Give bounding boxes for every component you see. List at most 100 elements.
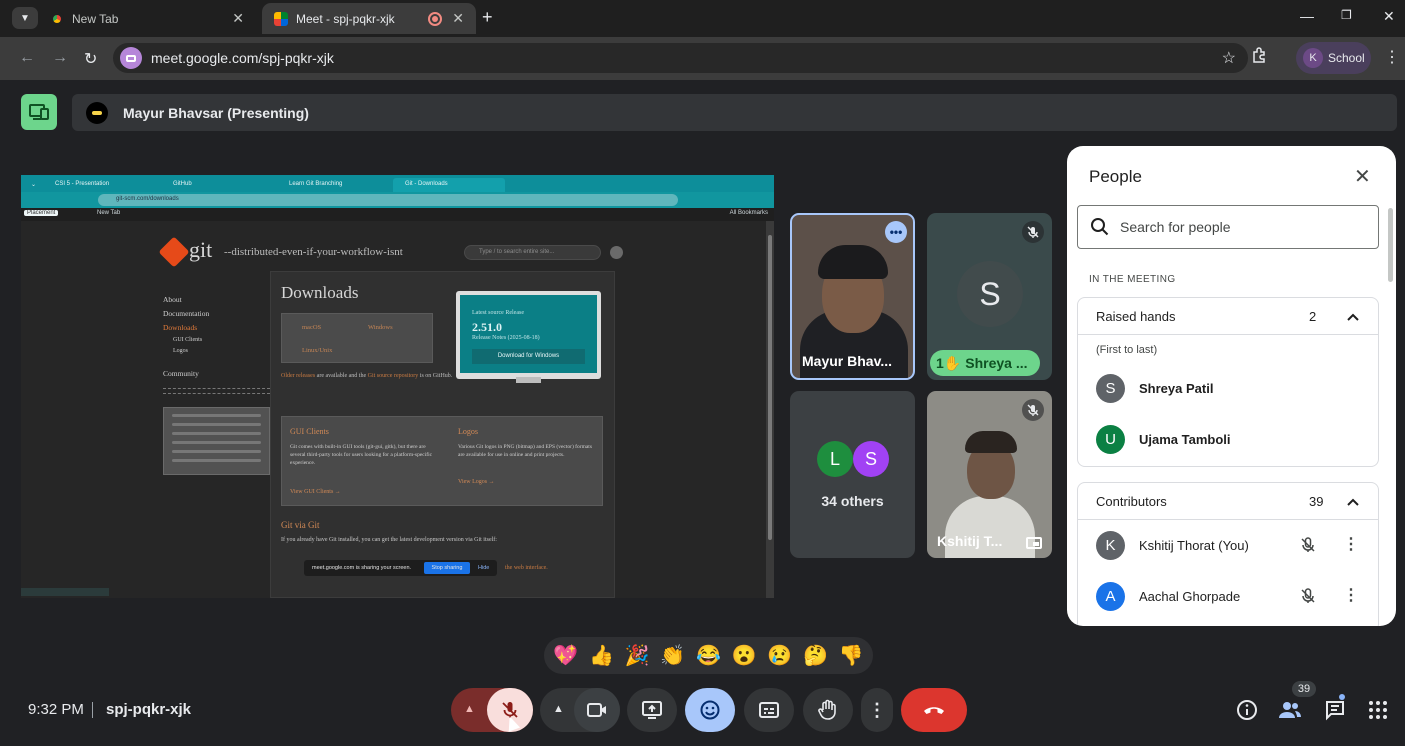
tab-search-button[interactable]: ▼ xyxy=(12,7,38,29)
reload-icon[interactable]: ↻ xyxy=(84,49,97,69)
activities-icon[interactable] xyxy=(1365,697,1391,723)
chat-icon[interactable] xyxy=(1322,697,1348,723)
os-windows: Windows xyxy=(368,324,393,331)
reaction-surprised[interactable]: 😮 xyxy=(730,642,758,670)
participant-tile-others[interactable]: L S 34 others xyxy=(790,391,915,558)
close-tab-icon[interactable]: ✕ xyxy=(232,10,244,27)
url-text[interactable]: meet.google.com/spj-pqkr-xjk xyxy=(151,50,334,66)
site-info-icon[interactable] xyxy=(120,47,142,69)
chrome-icon xyxy=(50,11,64,26)
bookmark-all: All Bookmarks xyxy=(729,210,768,216)
shared-url: git-scm.com/downloads xyxy=(98,194,678,206)
forward-arrow-icon[interactable]: → xyxy=(52,49,68,67)
participant-tile-shreya[interactable]: S 1 ✋ Shreya ... xyxy=(927,213,1052,380)
bookmark-star-icon[interactable]: ☆ xyxy=(1222,48,1236,68)
reaction-heart[interactable]: 💖 xyxy=(552,642,580,670)
shared-screen: ⌄ CSI 5 - Presentation GitHub Learn Git … xyxy=(21,175,774,598)
captions-button[interactable] xyxy=(744,688,794,732)
hide-button: Hide xyxy=(478,565,490,571)
browser-menu-icon[interactable]: ⋮ xyxy=(1384,47,1400,67)
reaction-party[interactable]: 🎉 xyxy=(623,642,651,670)
chevron-up-icon[interactable] xyxy=(1346,310,1360,324)
divider xyxy=(21,588,109,596)
mic-off-icon xyxy=(1022,399,1044,421)
raised-hands-header[interactable]: Raised hands 2 xyxy=(1078,298,1378,335)
list-item[interactable]: S Shreya Patil xyxy=(1078,363,1378,414)
raise-hand-button[interactable] xyxy=(803,688,853,732)
participant-name: Kshitij T... xyxy=(937,533,1003,549)
more-options-icon[interactable]: ••• xyxy=(885,221,907,243)
video-camera-icon xyxy=(587,703,606,717)
picture-in-picture-icon[interactable] xyxy=(1026,537,1042,549)
microphone-control: ▲ xyxy=(451,688,533,732)
reaction-thumbs-down[interactable]: 👎 xyxy=(837,642,865,670)
address-bar[interactable]: meet.google.com/spj-pqkr-xjk ☆ xyxy=(113,43,1248,73)
participant-tile-mayur[interactable]: ••• Mayur Bhav... xyxy=(790,213,915,380)
more-options-button[interactable]: ⋮ xyxy=(861,688,893,732)
nav-documentation: Documentation xyxy=(163,309,210,318)
profile-button[interactable]: K School xyxy=(1296,42,1371,74)
browser-toolbar: ← → ↻ meet.google.com/spj-pqkr-xjk ☆ K S… xyxy=(0,37,1405,80)
browser-tab-strip: ▼ New Tab ✕ Meet - spj-pqkr-xjk ✕ + — ❐ … xyxy=(0,0,1405,37)
hand-icon xyxy=(818,699,836,720)
presenter-avatar xyxy=(86,101,108,124)
back-arrow-icon[interactable]: ← xyxy=(19,49,35,67)
gui-title: GUI Clients xyxy=(290,427,329,436)
avatar: K xyxy=(1096,531,1125,560)
more-options-icon[interactable]: ⋮ xyxy=(1343,534,1359,554)
contributors-header[interactable]: Contributors 39 xyxy=(1078,483,1378,520)
audio-settings-caret[interactable]: ▲ xyxy=(464,703,475,715)
gui-logos-box: GUI Clients Git comes with built-in GUI … xyxy=(281,416,603,506)
chevron-up-icon[interactable] xyxy=(1346,495,1360,509)
presentation-layout-button[interactable] xyxy=(21,94,57,130)
browser-tab-meet[interactable]: Meet - spj-pqkr-xjk ✕ xyxy=(262,3,476,34)
reaction-thinking[interactable]: 🤔 xyxy=(801,642,829,670)
people-icon[interactable] xyxy=(1277,697,1303,723)
download-windows-button: Download for Windows xyxy=(472,349,585,364)
presenter-label: Mayur Bhavsar (Presenting) xyxy=(123,104,309,121)
new-tab-button[interactable]: + xyxy=(482,7,493,28)
panel-scrollbar[interactable] xyxy=(1388,208,1393,282)
list-item[interactable]: K Kshitij Thorat (You) ⋮ xyxy=(1078,520,1378,571)
video-settings-caret[interactable]: ▲ xyxy=(553,703,564,715)
participant-video xyxy=(818,245,888,279)
gui-link: View GUI Clients → xyxy=(290,489,341,495)
participant-name: Shreya Patil xyxy=(1139,381,1214,396)
close-icon[interactable]: ✕ xyxy=(1354,164,1371,189)
extensions-icon[interactable] xyxy=(1251,47,1267,68)
restore-button[interactable]: ❐ xyxy=(1341,8,1352,22)
mic-off-icon[interactable] xyxy=(1299,536,1317,554)
unread-indicator xyxy=(1339,694,1345,700)
list-item[interactable]: A Aachal Ghorpade ⋮ xyxy=(1078,571,1378,622)
close-tab-icon[interactable]: ✕ xyxy=(452,10,464,27)
close-window-button[interactable]: ✕ xyxy=(1383,8,1395,25)
reactions-button[interactable] xyxy=(685,688,735,732)
web-interface-link: the web interface. xyxy=(505,565,548,571)
leave-call-button[interactable] xyxy=(901,688,967,732)
git-via-git-title: Git via Git xyxy=(281,520,320,530)
participant-name: Mayur Bhav... xyxy=(802,353,892,369)
reaction-sad[interactable]: 😢 xyxy=(766,642,794,670)
meeting-details-icon[interactable] xyxy=(1234,697,1260,723)
mic-off-icon[interactable] xyxy=(1299,587,1317,605)
camera-toggle-button[interactable] xyxy=(574,688,620,732)
people-search-input[interactable] xyxy=(1120,219,1360,235)
avatar: U xyxy=(1096,425,1125,454)
download-monitor: Latest source Release 2.51.0 Release Not… xyxy=(456,291,601,383)
reaction-laugh[interactable]: 😂 xyxy=(694,642,722,670)
recording-icon xyxy=(428,11,443,26)
raised-hands-group: Raised hands 2 (First to last) S Shreya … xyxy=(1077,297,1379,467)
reaction-thumbs-up[interactable]: 👍 xyxy=(587,642,615,670)
present-screen-button[interactable] xyxy=(627,688,677,732)
bookmark-new-tab: New Tab xyxy=(97,210,121,216)
nav-downloads: Downloads xyxy=(163,323,198,332)
participant-tile-kshitij[interactable]: Kshitij T... xyxy=(927,391,1052,558)
reaction-clap[interactable]: 👏 xyxy=(659,642,687,670)
nav-about: About xyxy=(163,295,182,304)
git-version: 2.51.0 xyxy=(472,320,502,334)
minimize-button[interactable]: — xyxy=(1300,8,1314,24)
people-search-field[interactable] xyxy=(1077,205,1379,249)
list-item[interactable]: U Ujama Tamboli xyxy=(1078,414,1378,465)
more-options-icon[interactable]: ⋮ xyxy=(1343,585,1359,605)
browser-tab-new-tab[interactable]: New Tab ✕ xyxy=(38,3,256,34)
